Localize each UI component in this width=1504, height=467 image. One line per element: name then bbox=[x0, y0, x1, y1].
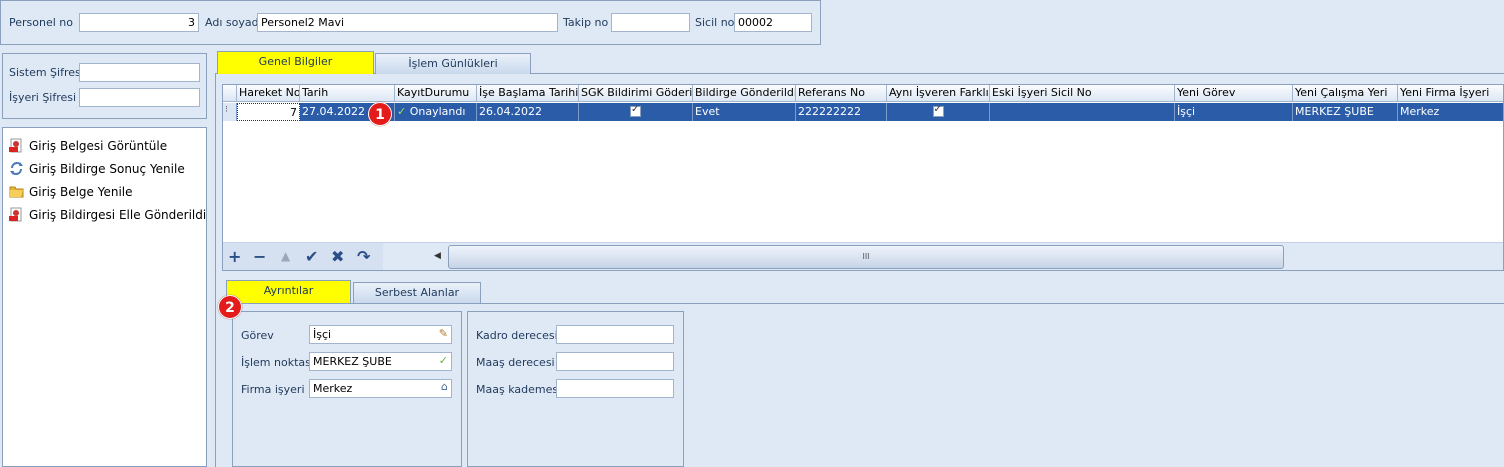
tag-icon[interactable]: ✎ bbox=[439, 327, 448, 340]
action-label: Giriş Belgesi Görüntüle bbox=[29, 138, 168, 153]
action-giris-bildirgesi-elle-gonderildi[interactable]: Giriş Bildirgesi Elle Gönderildi bbox=[9, 207, 206, 222]
scroll-thumb-grip: III bbox=[862, 252, 870, 261]
col-referans-no[interactable]: Referans No bbox=[796, 85, 887, 102]
col-sgk-bildirimi[interactable]: SGK Bildirimi Göderildi bbox=[579, 85, 693, 102]
maas-kademesi-input[interactable] bbox=[556, 379, 674, 398]
col-eski-isyeri[interactable]: Eski İşyeri Sicil No bbox=[990, 85, 1175, 102]
password-panel: Sistem Şifresi İşyeri Şifresi bbox=[2, 53, 207, 119]
sistem-sifresi-label: Sistem Şifresi bbox=[9, 66, 84, 79]
takip-no-label: Takip no bbox=[563, 16, 609, 29]
sicil-no-label: Sicil no bbox=[695, 16, 735, 29]
sistem-sifresi-input[interactable] bbox=[79, 63, 200, 82]
action-giris-bildirge-sonuc-yenile[interactable]: Giriş Bildirge Sonuç Yenile bbox=[9, 161, 185, 176]
tab-ayrintilar[interactable]: Ayrıntılar bbox=[226, 280, 351, 304]
action-giris-belge-yenile[interactable]: Giriş Belge Yenile bbox=[9, 184, 133, 199]
action-label: Giriş Belge Yenile bbox=[29, 184, 133, 199]
col-yeni-gorev[interactable]: Yeni Görev bbox=[1175, 85, 1293, 102]
maas-derecesi-input[interactable] bbox=[556, 352, 674, 371]
col-ayni-isveren[interactable]: Aynı İşveren Farklı İş bbox=[887, 85, 990, 102]
gorev-label: Görev bbox=[241, 329, 274, 342]
cell-ayni-isveren[interactable] bbox=[887, 103, 990, 121]
isyeri-sifresi-input[interactable] bbox=[79, 88, 200, 107]
kadro-derecesi-label: Kadro derecesi bbox=[476, 329, 558, 342]
maas-kademesi-label: Maaş kademesi bbox=[476, 383, 562, 396]
col-ise-baslama[interactable]: İşe Başlama Tarihi bbox=[477, 85, 579, 102]
annotation-badge-2: 2 bbox=[218, 295, 242, 319]
tab-serbest-alanlar[interactable]: Serbest Alanlar bbox=[353, 282, 481, 304]
cell-hareket-no[interactable]: 7 bbox=[237, 103, 300, 121]
row-indicator-header bbox=[223, 85, 237, 102]
col-bildirge-gonderildi[interactable]: Bildirge Gönderildi bbox=[693, 85, 796, 102]
tab-genel-bilgiler[interactable]: Genel Bilgiler bbox=[217, 51, 374, 74]
cell-yeni-calisma[interactable]: MERKEZ ŞUBE bbox=[1293, 103, 1398, 121]
actions-panel: Giriş Belgesi Görüntüle Giriş Bildirge S… bbox=[2, 127, 207, 467]
details-left-panel: Görev İşçi ✎ İşlem noktası MERKEZ ŞUBE ✓ F… bbox=[232, 311, 462, 467]
cell-sgk-bildirimi[interactable] bbox=[579, 103, 693, 121]
refresh-icon bbox=[9, 161, 24, 176]
up-icon[interactable]: ▲ bbox=[281, 249, 290, 263]
kadro-derecesi-input[interactable] bbox=[556, 325, 674, 344]
bank-icon[interactable]: ⌂ bbox=[441, 380, 448, 393]
tab-islem-gunlukleri[interactable]: İşlem Günlükleri bbox=[375, 53, 531, 74]
cell-yeni-gorev[interactable]: İşçi bbox=[1175, 103, 1293, 121]
undo-icon[interactable]: ↷ bbox=[357, 247, 370, 266]
remove-icon[interactable]: − bbox=[253, 247, 266, 266]
grid-navigator: + − ▲ ✔ ✖ ↷ ◀ III bbox=[223, 242, 1503, 270]
col-yeni-firma-isyeri[interactable]: Yeni Firma İşyeri bbox=[1398, 85, 1503, 102]
folder-icon bbox=[9, 184, 24, 199]
maas-derecesi-label: Maaş derecesi bbox=[476, 356, 555, 369]
horizontal-scrollbar[interactable]: III bbox=[448, 245, 1284, 269]
ayni-isveren-checkbox[interactable] bbox=[932, 104, 944, 117]
cancel-icon[interactable]: ✖ bbox=[331, 247, 344, 266]
gorev-value: İşçi bbox=[313, 328, 332, 341]
pdf-icon bbox=[9, 138, 24, 153]
personel-no-label: Personel no bbox=[9, 16, 73, 29]
details-right-panel: Kadro derecesi Maaş derecesi Maaş kademe… bbox=[467, 311, 684, 467]
scroll-left-icon[interactable]: ◀ bbox=[434, 251, 441, 261]
firma-isyeri-input[interactable]: Merkez ⌂ bbox=[309, 379, 452, 398]
sgk-checkbox[interactable] bbox=[630, 104, 641, 117]
takip-no-input[interactable] bbox=[611, 13, 690, 32]
cell-yeni-firma[interactable]: Merkez bbox=[1398, 103, 1503, 121]
row-indicator: ⁝ bbox=[223, 103, 237, 121]
cell-referans-no[interactable]: 222222222 bbox=[796, 103, 887, 121]
double-check-icon[interactable]: ✓ bbox=[439, 354, 448, 367]
check-icon: ✓ bbox=[397, 105, 407, 118]
gorev-input[interactable]: İşçi ✎ bbox=[309, 325, 452, 344]
islem-noktasi-value: MERKEZ ŞUBE bbox=[313, 355, 392, 368]
col-tarih[interactable]: Tarih bbox=[300, 85, 395, 102]
annotation-badge-1: 1 bbox=[368, 102, 392, 126]
action-giris-belgesi-goruntule[interactable]: Giriş Belgesi Görüntüle bbox=[9, 138, 167, 153]
firma-isyeri-value: Merkez bbox=[313, 382, 353, 395]
adi-soyadi-label: Adı soyadı bbox=[205, 16, 262, 29]
data-grid: Hareket No Tarih KayıtDurumu İşe Başlama… bbox=[222, 84, 1504, 271]
action-label: Giriş Bildirge Sonuç Yenile bbox=[29, 161, 185, 176]
cell-kayit-durumu[interactable]: ✓ Onaylandı bbox=[395, 103, 477, 121]
cell-eski-isyeri[interactable] bbox=[990, 103, 1175, 121]
isyeri-sifresi-label: İşyeri Şifresi bbox=[9, 91, 77, 104]
col-hareket-no[interactable]: Hareket No bbox=[237, 85, 300, 102]
check-icon[interactable]: ✔ bbox=[305, 247, 318, 266]
add-icon[interactable]: + bbox=[228, 247, 241, 266]
cell-bildirge-gonderildi[interactable]: Evet bbox=[693, 103, 796, 121]
adi-soyadi-input[interactable]: Personel2 Mavi bbox=[257, 13, 558, 32]
sicil-no-input[interactable]: 00002 bbox=[734, 13, 812, 32]
pdf-icon bbox=[9, 207, 24, 222]
islem-noktasi-input[interactable]: MERKEZ ŞUBE ✓ bbox=[309, 352, 452, 371]
header-panel: Personel no 3 Adı soyadı Personel2 Mavi … bbox=[0, 0, 821, 45]
kayit-durumu-text: Onaylandı bbox=[409, 105, 466, 118]
col-yeni-calisma-yeri[interactable]: Yeni Çalışma Yeri bbox=[1293, 85, 1398, 102]
col-kayit-durumu[interactable]: KayıtDurumu bbox=[395, 85, 477, 102]
firma-isyeri-label: Firma işyeri bbox=[241, 383, 305, 396]
action-label: Giriş Bildirgesi Elle Gönderildi bbox=[29, 207, 207, 222]
cell-ise-baslama[interactable]: 26.04.2022 bbox=[477, 103, 579, 121]
islem-noktasi-label: İşlem noktası bbox=[241, 356, 314, 369]
personel-no-input[interactable]: 3 bbox=[79, 13, 199, 32]
